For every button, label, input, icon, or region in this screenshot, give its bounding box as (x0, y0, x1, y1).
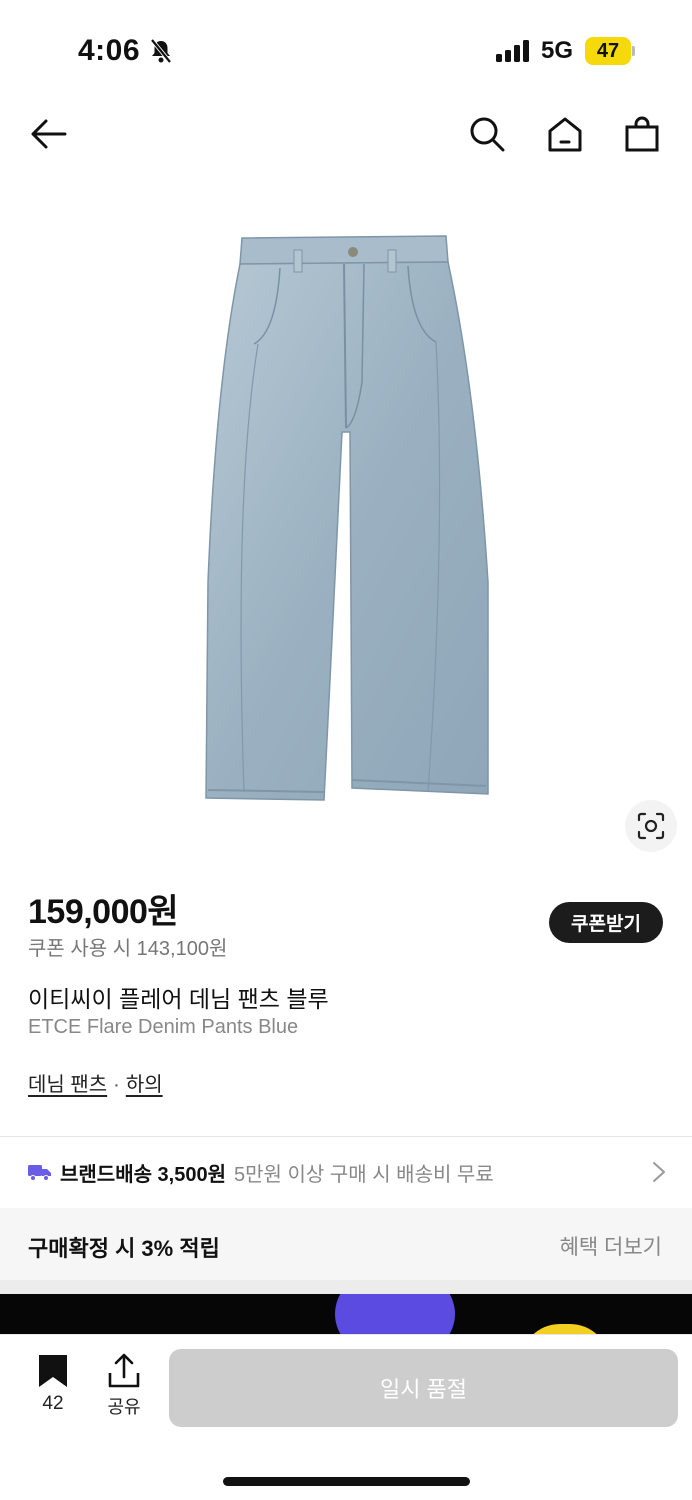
home-indicator[interactable] (223, 1477, 470, 1486)
status-time: 4:06 (78, 34, 141, 67)
category-breadcrumb: 데님 팬츠 · 하의 (28, 1068, 163, 1097)
share-button[interactable]: 공유 (98, 1353, 150, 1423)
section-gap (0, 1280, 692, 1294)
bottom-action-bar: 42 공유 일시 품절 (0, 1334, 692, 1500)
bookmark-icon (39, 1355, 67, 1387)
battery-indicator: 47 (585, 37, 631, 65)
cart-button[interactable] (620, 112, 664, 156)
image-search-button[interactable] (625, 800, 677, 852)
product-name-korean: 이티씨이 플레어 데님 팬츠 블루 (28, 986, 329, 1012)
network-type: 5G (541, 37, 574, 64)
back-arrow-icon (31, 119, 67, 149)
free-shipping-note: 5만원 이상 구매 시 배송비 무료 (234, 1163, 494, 1186)
more-benefits-link[interactable]: 혜택 더보기 (560, 1231, 662, 1261)
product-price: 159,000원 (28, 893, 179, 931)
share-label: 공유 (107, 1397, 141, 1417)
category-separator: · (113, 1074, 120, 1096)
product-image-jeans[interactable] (196, 232, 496, 804)
category-link-denim-pants[interactable]: 데님 팬츠 (28, 1074, 107, 1096)
search-button[interactable] (465, 112, 509, 156)
points-benefit-row: 구매확정 시 3% 적립 혜택 더보기 (0, 1208, 692, 1280)
home-button[interactable] (543, 112, 587, 156)
category-link-bottoms[interactable]: 하의 (126, 1074, 163, 1096)
back-button[interactable] (26, 112, 70, 156)
shipping-fee: 브랜드배송 3,500원 (60, 1163, 227, 1186)
lens-scan-icon (637, 812, 665, 840)
home-icon (548, 117, 582, 152)
temporarily-sold-out-button[interactable]: 일시 품절 (169, 1349, 678, 1427)
status-bar: 4:06 5G 47 (0, 0, 692, 100)
product-name-english: ETCE Flare Denim Pants Blue (28, 1016, 299, 1038)
chevron-right-icon (653, 1162, 665, 1182)
cellular-signal-icon (496, 40, 529, 62)
top-nav (0, 100, 692, 170)
search-icon (470, 117, 505, 152)
coupon-download-button[interactable]: 쿠폰받기 (549, 902, 663, 943)
shopping-bag-icon (625, 116, 659, 152)
bell-muted-icon (150, 38, 172, 64)
bookmark-count: 42 (42, 1393, 64, 1414)
battery-tip (632, 46, 635, 56)
coupon-price: 쿠폰 사용 시 143,100원 (28, 938, 228, 960)
bookmark-button[interactable]: 42 (28, 1353, 78, 1423)
shipping-info-row[interactable]: 브랜드배송 3,500원 5만원 이상 구매 시 배송비 무료 (0, 1137, 692, 1207)
delivery-truck-icon (28, 1165, 51, 1181)
points-label: 구매확정 시 3% 적립 (28, 1236, 220, 1261)
share-icon (108, 1353, 140, 1388)
